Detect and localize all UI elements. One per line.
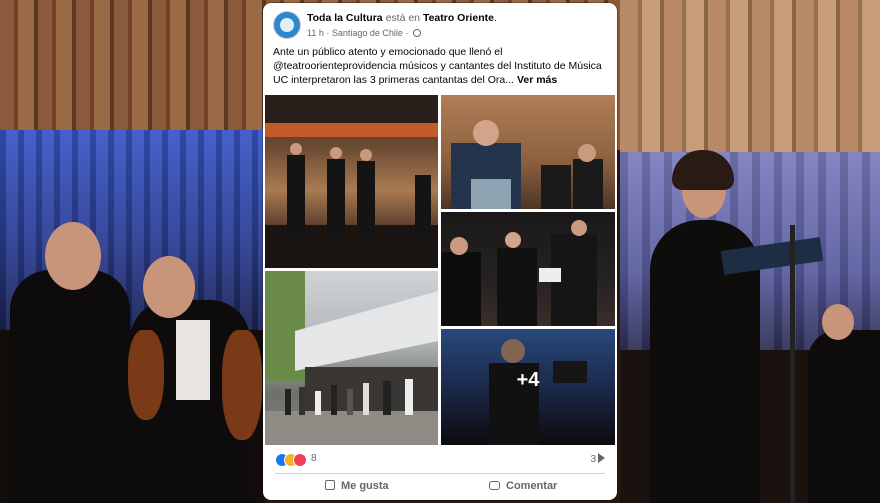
photo-stage-singers-art	[265, 95, 438, 268]
photo-theater-entrance[interactable]	[265, 271, 438, 445]
reactions-count[interactable]: 8	[311, 453, 317, 464]
cello-left	[222, 330, 262, 440]
musician-left-1-face	[45, 222, 101, 290]
musician-right-face	[822, 304, 854, 340]
extra-photos-count: +4	[516, 369, 540, 391]
musician-left-2-shirt	[176, 320, 210, 400]
post-meta: 11 h · Santiago de Chile ·	[307, 28, 421, 38]
post-location: Santiago de Chile	[331, 28, 403, 38]
share-icon	[598, 453, 605, 463]
photo-more[interactable]: +4	[441, 329, 615, 445]
comment-icon	[489, 481, 500, 490]
see-more-link[interactable]: Ver más	[517, 74, 557, 86]
photo-conductor[interactable]	[441, 95, 615, 209]
photo-theater-entrance-art	[265, 271, 438, 445]
musician-left-1	[10, 270, 130, 503]
reactions-bar: 8 3	[275, 452, 605, 468]
musician-left-2-face	[143, 256, 195, 318]
connector-text: está en	[385, 12, 421, 24]
post-time[interactable]: 11 h	[307, 28, 324, 38]
wood-wall-right	[620, 0, 880, 165]
photo-stage-singers[interactable]	[265, 95, 438, 268]
musician-right	[808, 330, 880, 503]
post-header: Toda la Cultura está en Teatro Oriente. …	[273, 11, 607, 43]
like-label: Me gusta	[341, 480, 389, 492]
like-button[interactable]: Me gusta	[325, 480, 389, 492]
photo-grid: +4	[265, 95, 615, 445]
mic-stand	[790, 225, 795, 503]
place-link[interactable]: Teatro Oriente	[423, 12, 494, 24]
violin-left-1	[128, 330, 164, 420]
post-header-line: Toda la Cultura está en Teatro Oriente.	[307, 12, 497, 24]
love-reaction-icon	[293, 453, 307, 467]
shares-count-wrap[interactable]: 3	[590, 453, 605, 465]
period-text: .	[493, 12, 497, 24]
photo-conductor-art	[451, 120, 603, 209]
comment-label: Comentar	[506, 480, 558, 492]
shares-count: 3	[590, 454, 596, 465]
action-bar: Me gusta Comentar	[275, 477, 605, 499]
actions-divider	[275, 473, 605, 474]
page-avatar[interactable]	[273, 11, 301, 39]
page-name-link[interactable]: Toda la Cultura	[307, 12, 383, 24]
post-text: Ante un público atento y emocionado que …	[273, 45, 605, 87]
comment-button[interactable]: Comentar	[489, 480, 557, 492]
photo-soloists-art	[441, 220, 597, 326]
photo-soloists[interactable]	[441, 212, 615, 326]
facebook-post-card: Toda la Cultura está en Teatro Oriente. …	[263, 3, 617, 500]
globe-icon	[412, 29, 421, 37]
like-icon	[325, 480, 335, 490]
